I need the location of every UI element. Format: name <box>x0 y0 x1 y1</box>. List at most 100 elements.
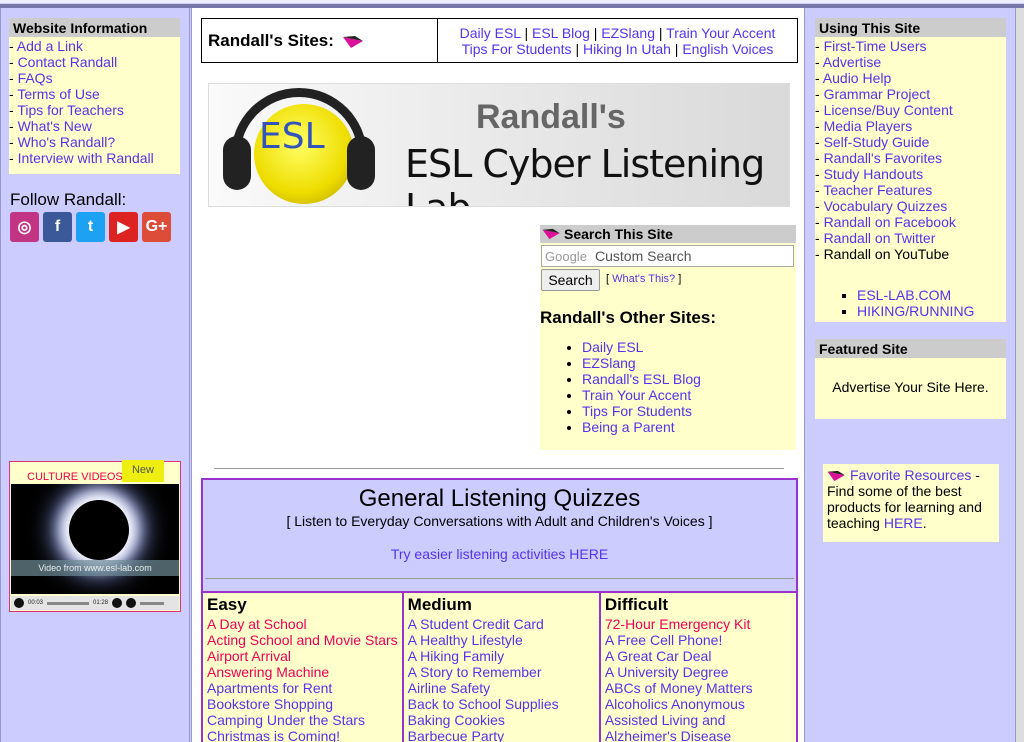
youtube-link[interactable]: Randall on YouTube <box>824 246 950 262</box>
quizzes-divider <box>205 578 794 579</box>
quiz-link[interactable]: A Free Cell Phone! <box>605 632 723 648</box>
whats-this-link[interactable]: What's This? <box>612 273 675 285</box>
using-link[interactable]: Audio Help <box>823 70 892 86</box>
website-info-link[interactable]: Add a Link <box>17 38 83 54</box>
other-site-link[interactable]: Being a Parent <box>582 419 675 435</box>
other-site-link[interactable]: Train Your Accent <box>582 387 691 403</box>
quiz-link[interactable]: A Story to Remember <box>408 664 542 680</box>
quiz-link[interactable]: Alcoholics Anonymous <box>605 696 745 712</box>
website-info-link[interactable]: Who's Randall? <box>18 134 116 150</box>
quiz-link[interactable]: A Healthy Lifestyle <box>408 632 523 648</box>
quiz-link[interactable]: A Day at School <box>207 616 307 632</box>
youtube-sub-link[interactable]: ESL-LAB.COM <box>857 287 951 303</box>
other-site-link[interactable]: Randall's ESL Blog <box>582 371 701 387</box>
quiz-link[interactable]: A Great Car Deal <box>605 648 712 664</box>
esl-cyber-listening-lab-banner[interactable]: ESL Randall's ESL Cyber Listening Lab <box>208 83 790 207</box>
using-link[interactable]: Randall on Twitter <box>824 230 936 246</box>
quiz-link[interactable]: Barbecue Party <box>408 728 505 742</box>
website-info-link[interactable]: Contact Randall <box>18 54 118 70</box>
other-site-link[interactable]: Tips For Students <box>582 403 692 419</box>
list-dash: - <box>815 246 824 262</box>
site-link[interactable]: EZSlang <box>601 25 655 41</box>
quiz-item: Airport Arrival <box>207 648 398 664</box>
site-link[interactable]: Hiking In Utah <box>583 41 671 57</box>
other-sites-heading: Randall's Other Sites: <box>540 308 716 327</box>
quiz-link[interactable]: Camping Under the Stars <box>207 712 365 728</box>
flag-icon <box>827 471 845 482</box>
using-item: - Randall on Facebook <box>815 214 1006 230</box>
website-info-link[interactable]: Interview with Randall <box>18 150 154 166</box>
general-listening-quizzes: General Listening Quizzes [ Listen to Ev… <box>201 478 798 742</box>
googleplus-icon[interactable]: G+ <box>142 212 171 242</box>
site-link[interactable]: Train Your Accent <box>666 25 775 41</box>
easier-activities-link[interactable]: Try easier listening activities HERE <box>203 546 796 562</box>
website-info-link[interactable]: What's New <box>18 118 92 134</box>
quiz-link[interactable]: 72-Hour Emergency Kit <box>605 616 751 632</box>
quiz-link[interactable]: Airport Arrival <box>207 648 291 664</box>
using-link[interactable]: Teacher Features <box>823 182 932 198</box>
site-link[interactable]: ESL Blog <box>532 25 590 41</box>
video-player[interactable]: Video from www.esl-lab.com <box>11 484 179 594</box>
using-link[interactable]: Media Players <box>824 118 913 134</box>
scrollbar[interactable] <box>1016 8 1024 742</box>
fullscreen-icon[interactable] <box>112 598 123 608</box>
quiz-link[interactable]: Back to School Supplies <box>408 696 559 712</box>
sites-links-row-1: Daily ESL | ESL Blog | EZSlang | Train Y… <box>438 25 797 41</box>
facebook-icon[interactable]: f <box>43 212 72 242</box>
favorite-resources-link[interactable]: Favorite Resources <box>850 467 971 483</box>
list-dash: - <box>815 38 824 54</box>
new-badge: New <box>122 460 164 482</box>
randalls-sites-title: Randall's Sites <box>208 31 329 50</box>
headphone-left-ear <box>223 136 251 190</box>
volume-slider[interactable] <box>140 601 165 605</box>
quiz-link[interactable]: Airline Safety <box>408 680 490 696</box>
play-pause-icon[interactable] <box>14 598 24 608</box>
using-link[interactable]: First-Time Users <box>824 38 927 54</box>
quiz-link[interactable]: ABCs of Money Matters <box>605 680 753 696</box>
time-current: 00:03 <box>28 600 44 606</box>
video-caption: Video from www.esl-lab.com <box>11 560 179 576</box>
quiz-item: Bookstore Shopping <box>207 696 398 712</box>
using-link[interactable]: Advertise <box>823 54 881 70</box>
quiz-link[interactable]: A Student Credit Card <box>408 616 544 632</box>
video-progress-bar[interactable] <box>47 601 90 605</box>
quiz-link[interactable]: Bookstore Shopping <box>207 696 333 712</box>
quiz-link[interactable]: Christmas is Coming! <box>207 728 340 742</box>
quiz-link[interactable]: Answering Machine <box>207 664 329 680</box>
quiz-link[interactable]: Apartments for Rent <box>207 680 332 696</box>
using-link[interactable]: Randall's Favorites <box>824 150 943 166</box>
website-info-item: - Tips for Teachers <box>9 102 180 118</box>
quiz-link[interactable]: Alzheimer's Disease <box>605 728 731 742</box>
using-link[interactable]: Study Handouts <box>824 166 924 182</box>
quiz-link[interactable]: Baking Cookies <box>408 712 505 728</box>
using-link[interactable]: Randall on Facebook <box>824 214 956 230</box>
quiz-link[interactable]: Acting School and Movie Stars <box>207 632 398 648</box>
site-link[interactable]: Daily ESL <box>460 25 521 41</box>
website-info-link[interactable]: FAQs <box>18 70 53 86</box>
favorite-resources-here-link[interactable]: HERE <box>884 515 923 531</box>
featured-site-heading: Featured Site <box>815 339 1006 358</box>
youtube-icon[interactable]: ▶ <box>109 212 138 242</box>
quiz-link[interactable]: Assisted Living and <box>605 712 726 728</box>
other-site-link[interactable]: EZSlang <box>582 355 636 371</box>
other-site-link[interactable]: Daily ESL <box>582 339 643 355</box>
website-info-link[interactable]: Tips for Teachers <box>17 102 124 118</box>
volume-icon[interactable] <box>126 598 137 608</box>
search-button[interactable]: Search <box>541 269 600 291</box>
search-input[interactable] <box>541 245 794 267</box>
website-info-item: - What's New <box>9 118 180 134</box>
instagram-icon[interactable]: ◎ <box>10 212 39 242</box>
using-link[interactable]: Grammar Project <box>824 86 931 102</box>
site-link[interactable]: Tips For Students <box>462 41 572 57</box>
quiz-link[interactable]: A University Degree <box>605 664 729 680</box>
twitter-icon[interactable]: t <box>76 212 105 242</box>
using-link[interactable]: License/Buy Content <box>824 102 953 118</box>
quiz-link[interactable]: A Hiking Family <box>408 648 504 664</box>
website-info-link[interactable]: Terms of Use <box>17 86 99 102</box>
youtube-sub-link[interactable]: HIKING/RUNNING <box>857 303 974 319</box>
using-link[interactable]: Vocabulary Quizzes <box>824 198 948 214</box>
social-icons: ◎ f t ▶ G+ <box>10 212 171 242</box>
using-link[interactable]: Self-Study Guide <box>824 134 930 150</box>
culture-videos-label[interactable]: CULTURE VIDEOS <box>27 471 123 483</box>
site-link[interactable]: English Voices <box>682 41 773 57</box>
